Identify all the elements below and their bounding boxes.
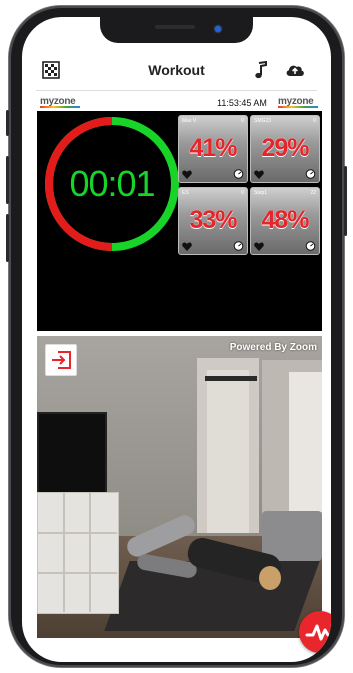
app-header: Workout: [22, 53, 331, 87]
hr-tile[interactable]: SMG23 0 29%: [250, 115, 320, 183]
speaker: [155, 25, 195, 29]
video-door: [207, 370, 249, 533]
powered-by-zoom-label: Powered By Zoom: [229, 342, 317, 353]
mute-switch: [6, 110, 9, 136]
tile-count: 0: [241, 190, 244, 196]
video-tv: [37, 412, 107, 496]
heart-rate-tiles: Max V 0 41% SMG23 0 29% ES 0 33% Step1 2…: [178, 115, 320, 255]
grid-icon[interactable]: [40, 59, 62, 81]
power-button: [344, 166, 347, 236]
shelf-divider: [63, 492, 65, 612]
heart-icon: [182, 170, 192, 179]
tile-user-name: SMG23: [254, 118, 271, 124]
tile-count: 0: [313, 118, 316, 124]
app-screen: Workout myzone 11:53:45 AM myzone 00:01 …: [22, 17, 331, 662]
cloud-upload-icon[interactable]: [284, 59, 306, 81]
tile-user-name: ES: [182, 190, 189, 196]
video-pullup-bar: [205, 376, 257, 381]
gauge-icon: [305, 169, 316, 179]
tile-user-name: Max V: [182, 118, 197, 124]
exit-icon: [52, 351, 71, 369]
tile-count: 0: [241, 118, 244, 124]
myzone-button[interactable]: [299, 611, 331, 653]
zoom-video-feed[interactable]: Powered By Zoom: [37, 336, 322, 638]
heart-icon: [254, 170, 264, 179]
tile-user-name: Step1: [254, 190, 268, 196]
tile-effort-percent: 41%: [189, 134, 237, 162]
myzone-logo-right: myzone: [278, 96, 318, 108]
gauge-icon: [305, 241, 316, 251]
shelf-divider: [89, 492, 91, 612]
timer-value: 00:01: [69, 163, 155, 204]
front-camera: [215, 26, 221, 32]
video-shelf: [37, 492, 119, 614]
video-person-head: [259, 566, 281, 590]
video-doorway: [289, 372, 322, 512]
volume-up-button: [6, 156, 9, 204]
tile-count: 22: [310, 190, 316, 196]
shelf-divider: [37, 572, 117, 574]
hr-tile[interactable]: Max V 0 41%: [178, 115, 248, 183]
tile-effort-percent: 33%: [189, 206, 237, 234]
hr-tile[interactable]: ES 0 33%: [178, 187, 248, 255]
myzone-logo: myzone: [40, 96, 80, 108]
heart-icon: [254, 242, 264, 251]
header-divider: [36, 90, 317, 91]
myzone-dashboard: myzone 11:53:45 AM myzone 00:01 Max V 0 …: [37, 95, 322, 331]
page-title: Workout: [148, 62, 205, 78]
exit-button[interactable]: [45, 344, 77, 376]
heart-icon: [182, 242, 192, 251]
tile-effort-percent: 48%: [261, 206, 309, 234]
hr-tile[interactable]: Step1 22 48%: [250, 187, 320, 255]
dashboard-topbar: myzone 11:53:45 AM myzone: [37, 95, 322, 111]
myzone-logo-right-text: myzone: [278, 96, 314, 107]
notch: [100, 17, 253, 43]
heartbeat-icon: [305, 624, 331, 641]
myzone-logo-text: myzone: [40, 96, 76, 107]
gauge-icon: [233, 241, 244, 251]
shelf-divider: [37, 532, 117, 534]
video-mat: [104, 561, 320, 631]
volume-down-button: [6, 214, 9, 262]
gauge-icon: [233, 169, 244, 179]
tile-effort-percent: 29%: [261, 134, 309, 162]
workout-timer: 00:01: [43, 115, 181, 253]
music-note-icon[interactable]: [250, 59, 272, 81]
video-couch: [262, 511, 322, 561]
clock-time: 11:53:45 AM: [217, 98, 267, 108]
